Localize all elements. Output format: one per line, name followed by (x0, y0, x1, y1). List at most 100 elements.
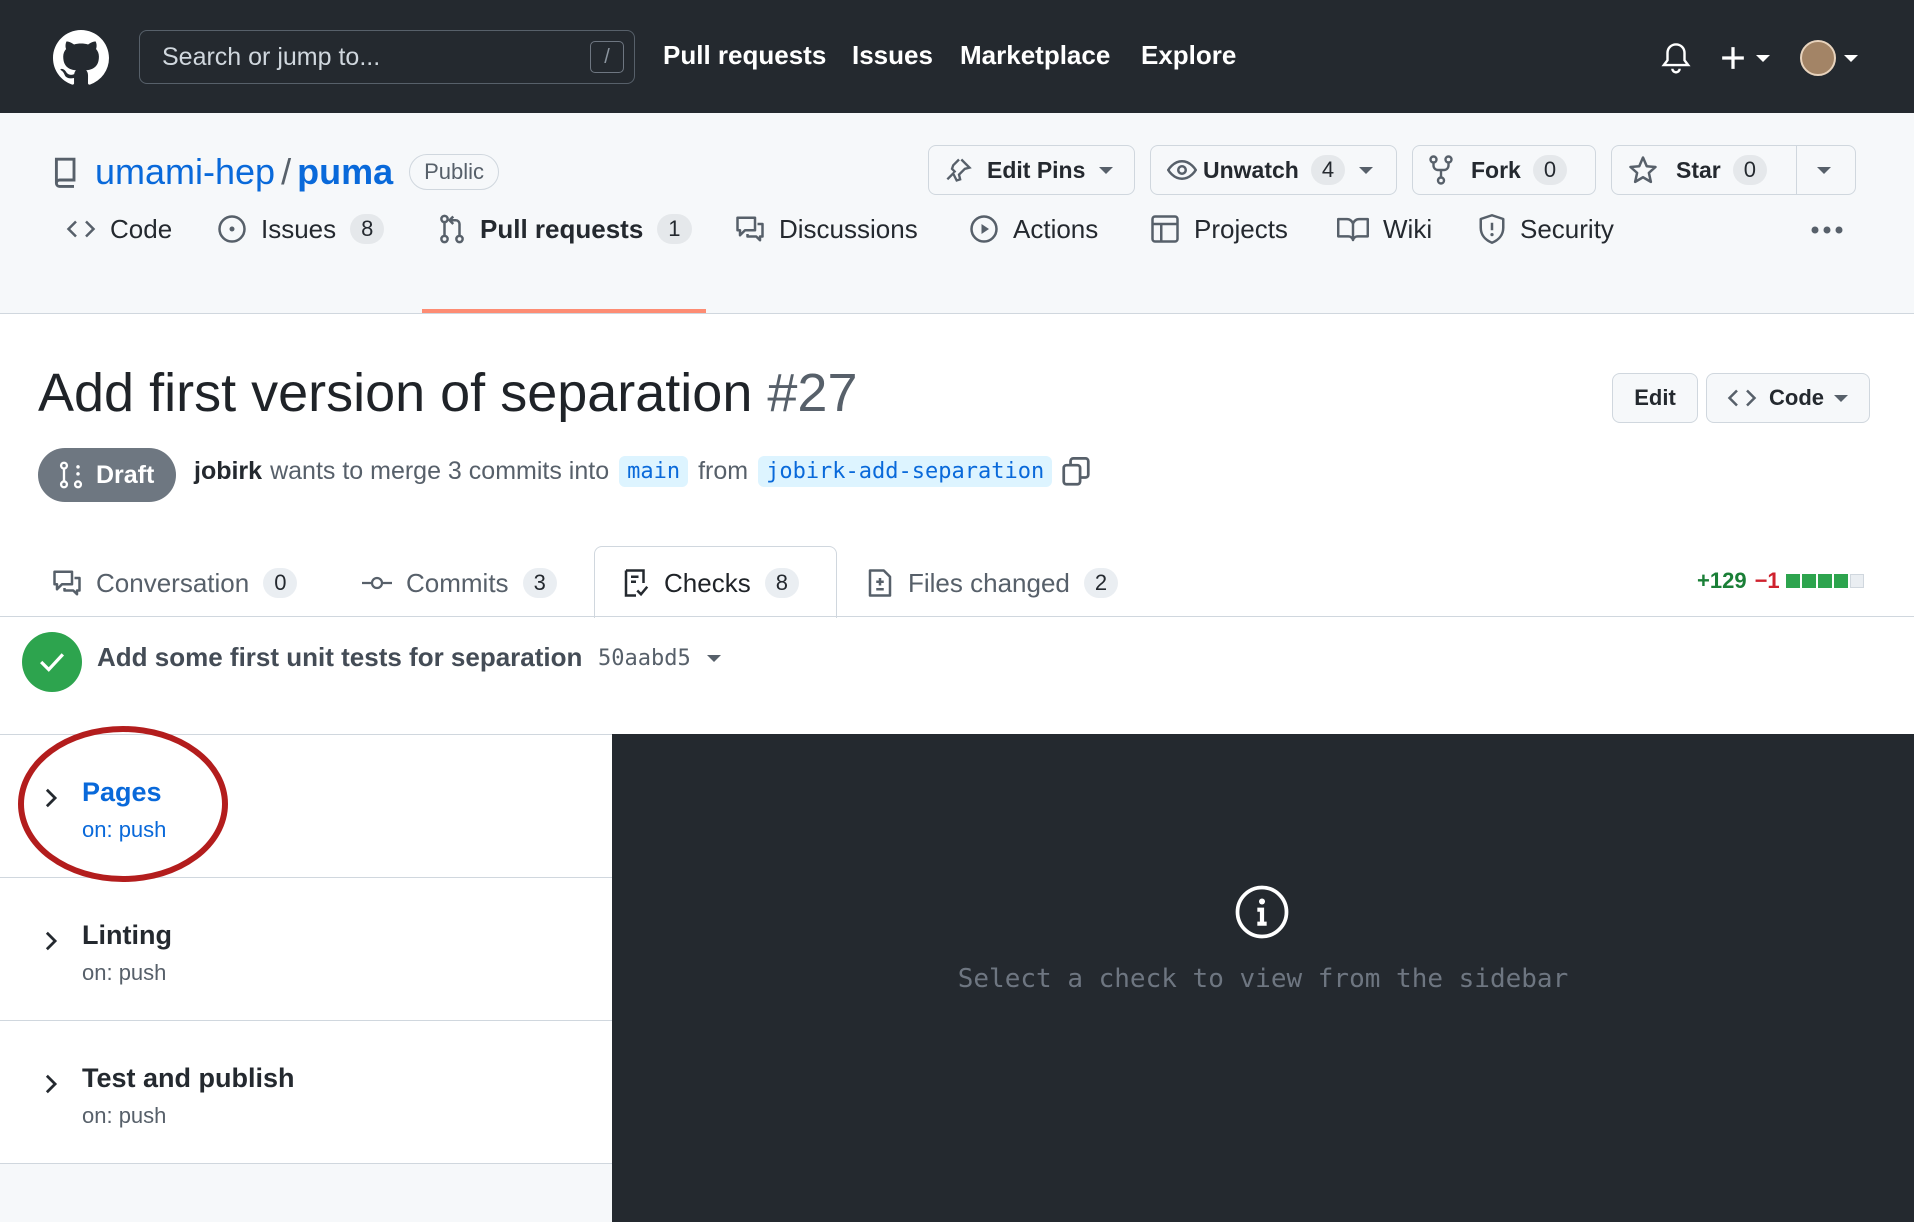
tab-code-label: Code (110, 213, 173, 244)
pr-title-text: Add first version of separation (38, 363, 753, 423)
search-input[interactable]: Search or jump to... / (139, 30, 635, 84)
avatar[interactable] (1800, 40, 1836, 76)
nav-issues[interactable]: Issues (852, 40, 933, 71)
fork-label: Fork (1471, 156, 1521, 183)
commit-sha-dropdown[interactable]: 50aabd5 (598, 646, 721, 671)
user-menu-caret-icon[interactable] (1844, 55, 1858, 62)
info-icon (1235, 885, 1289, 939)
repo-separator: / (281, 151, 292, 192)
tab-issues[interactable]: Issues 8 (217, 205, 385, 253)
unwatch-button[interactable]: Unwatch 4 (1150, 145, 1397, 195)
comment-discussion-icon (53, 570, 81, 596)
git-pull-request-draft-icon (59, 461, 83, 489)
active-tab-underline (422, 309, 706, 313)
tab-security-label: Security (1520, 213, 1614, 244)
draft-label: Draft (96, 460, 155, 489)
code-icon (66, 220, 96, 238)
edit-pins-label: Edit Pins (987, 156, 1086, 183)
file-diff-icon (868, 569, 892, 597)
star-icon (1629, 156, 1657, 184)
chevron-down-icon (1359, 166, 1374, 174)
repo-owner-link[interactable]: umami-hep (95, 151, 275, 193)
pr-number: #27 (767, 363, 858, 423)
plus-icon[interactable] (1720, 45, 1746, 71)
empty-state-message: Select a check to view from the sidebar (957, 964, 1569, 994)
pr-meta: jobirk wants to merge 3 commits into mai… (194, 456, 1090, 487)
commit-sha: 50aabd5 (598, 646, 691, 671)
create-menu-caret-icon[interactable] (1756, 55, 1770, 62)
star-button[interactable]: Star 0 (1611, 145, 1856, 195)
tab-issues-label: Issues (261, 213, 337, 244)
nav-pull-requests[interactable]: Pull requests (663, 40, 826, 71)
tab-code[interactable]: Code (66, 205, 172, 253)
button-divider (1796, 146, 1797, 194)
issue-opened-icon (218, 215, 246, 243)
chevron-down-icon (1834, 394, 1848, 402)
book-icon (1337, 217, 1369, 242)
tab-issues-count: 8 (350, 214, 385, 244)
code-dropdown-label: Code (1769, 385, 1824, 410)
edit-title-button[interactable]: Edit (1612, 373, 1698, 423)
copy-icon[interactable] (1062, 456, 1090, 487)
chevron-right-icon (45, 931, 58, 951)
additions-count: +129 (1697, 568, 1747, 593)
nav-explore[interactable]: Explore (1141, 40, 1236, 71)
code-icon (1727, 389, 1757, 407)
tab-commits-count: 3 (522, 568, 557, 598)
tab-pull-requests[interactable]: Pull requests 1 (438, 205, 692, 253)
unwatch-label: Unwatch (1203, 156, 1299, 183)
tab-projects[interactable]: Projects (1150, 205, 1288, 253)
commit-message: Add some first unit tests for separation (97, 642, 583, 672)
fork-icon (1429, 155, 1453, 185)
more-tabs-kebab-icon[interactable] (1810, 225, 1844, 235)
tab-projects-label: Projects (1194, 213, 1288, 244)
tab-pull-requests-label: Pull requests (480, 213, 644, 244)
tab-conversation[interactable]: Conversation 0 (52, 556, 298, 610)
tab-commits-label: Commits (406, 567, 509, 598)
tab-discussions[interactable]: Discussions (735, 205, 918, 253)
star-list-chevron-icon[interactable] (1817, 167, 1831, 174)
github-logo-icon[interactable] (50, 30, 112, 86)
tab-conversation-label: Conversation (96, 567, 250, 598)
git-commit-icon (362, 576, 392, 590)
bell-icon[interactable] (1661, 42, 1691, 76)
tab-files-changed-count: 2 (1083, 568, 1119, 598)
repo-icon (54, 157, 76, 188)
pin-icon (946, 158, 972, 182)
tab-wiki[interactable]: Wiki (1337, 205, 1432, 253)
repo-name-link[interactable]: puma (297, 151, 393, 193)
deletions-count: −1 (1754, 568, 1780, 593)
diff-stat: +129 −1 (1697, 568, 1866, 594)
workflow-item-test-and-publish[interactable]: Test and publish on: push (0, 1021, 612, 1164)
tab-actions-label: Actions (1013, 213, 1099, 244)
author-link[interactable]: jobirk (194, 457, 262, 486)
repo-title: umami-hep / puma Public (53, 151, 500, 193)
base-branch[interactable]: main (619, 456, 689, 487)
workflow-trigger: on: push (82, 1103, 167, 1128)
chevron-down-icon (1099, 166, 1114, 174)
comment-discussion-icon (736, 216, 764, 242)
annotation-circle (18, 726, 228, 882)
search-shortcut-key: / (590, 41, 624, 73)
tab-discussions-label: Discussions (779, 213, 918, 244)
global-header: Search or jump to... / Pull requests Iss… (0, 0, 1914, 113)
git-pull-request-icon (440, 214, 464, 244)
tab-actions[interactable]: Actions (969, 205, 1098, 253)
workflow-name: Test and publish (82, 1063, 295, 1093)
workflow-item-linting[interactable]: Linting on: push (0, 878, 612, 1021)
pr-tabs-divider (0, 616, 1914, 617)
fork-button[interactable]: Fork 0 (1412, 145, 1596, 195)
nav-marketplace[interactable]: Marketplace (960, 40, 1110, 71)
head-branch[interactable]: jobirk-add-separation (758, 456, 1053, 487)
watchers-count: 4 (1310, 155, 1346, 185)
merge-text: wants to merge 3 commits into (270, 457, 610, 485)
tab-checks[interactable]: Checks 8 (622, 556, 799, 610)
edit-pins-button[interactable]: Edit Pins (928, 145, 1135, 195)
tab-security[interactable]: Security (1478, 205, 1614, 253)
eye-icon (1167, 159, 1197, 181)
code-dropdown-button[interactable]: Code (1706, 373, 1870, 423)
tab-files-changed[interactable]: Files changed 2 (866, 556, 1119, 610)
shield-icon (1479, 214, 1505, 244)
tab-pull-requests-count: 1 (657, 214, 692, 244)
tab-commits[interactable]: Commits 3 (362, 556, 557, 610)
